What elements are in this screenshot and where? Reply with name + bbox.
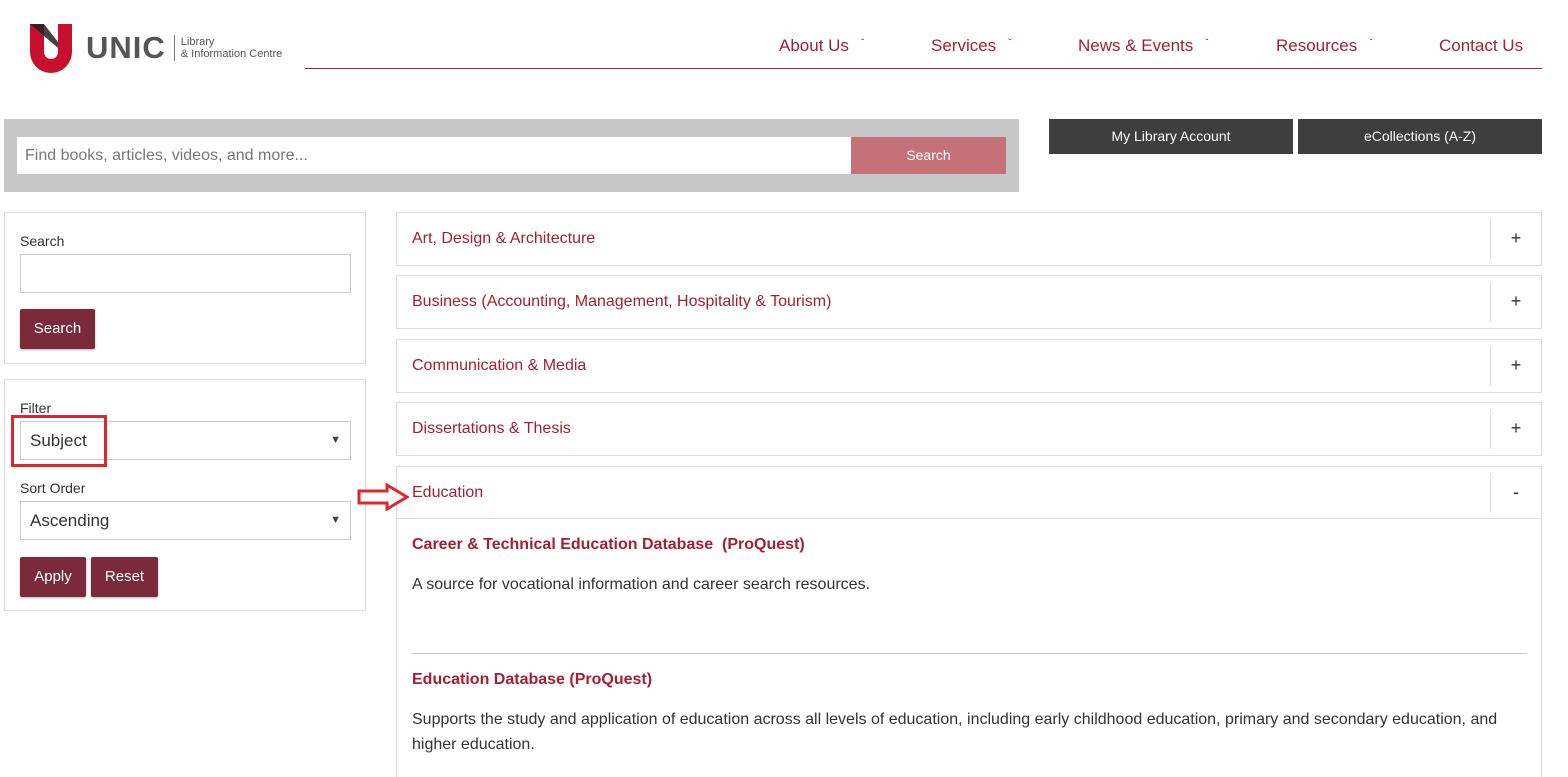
database-description: A source for vocational information and … [412, 576, 871, 593]
entry-divider [412, 653, 1527, 654]
brand-subtitle: Library & Information Centre [181, 36, 283, 60]
accordion-title: Art, Design & Architecture [412, 230, 596, 247]
sort-order-label: Sort Order [20, 480, 86, 496]
dropdown-caret-icon: ▼ [330, 514, 341, 526]
reset-button[interactable]: Reset [91, 557, 158, 597]
accordion-section-communication[interactable]: Communication & Media + [396, 339, 1542, 393]
database-link-education-database[interactable]: Education Database (ProQuest) [412, 671, 652, 689]
expand-icon[interactable]: + [1490, 346, 1541, 386]
annotation-arrow-icon [357, 482, 410, 516]
unic-logo-icon [28, 22, 74, 74]
ecollections-button[interactable]: eCollections (A-Z) [1298, 119, 1542, 154]
catalog-search-bar: Find books, articles, videos, and more..… [4, 119, 1019, 192]
accordion-title: Business (Accounting, Management, Hospit… [412, 293, 832, 310]
sidebar-search-panel: Search Search [4, 212, 366, 364]
logo-separator [173, 35, 175, 61]
brand-subtitle-line1: Library [180, 36, 215, 48]
nav-item-services[interactable]: Services ˇ [931, 36, 1012, 56]
nav-label: About Us [779, 36, 849, 55]
dropdown-caret-icon: ▼ [330, 434, 341, 446]
brand-subtitle-line2: & Information Centre [180, 48, 283, 60]
accordion-section-education[interactable]: Education - [396, 466, 1542, 519]
nav-item-contact-us[interactable]: Contact Us [1439, 36, 1523, 56]
brand-name: UNIC [86, 30, 166, 65]
apply-button[interactable]: Apply [20, 557, 86, 597]
nav-label: Services [931, 36, 997, 55]
catalog-search-input[interactable]: Find books, articles, videos, and more..… [17, 137, 851, 174]
accordion-section-business[interactable]: Business (Accounting, Management, Hospit… [396, 275, 1542, 329]
nav-item-resources[interactable]: Resources ˇ [1276, 36, 1373, 56]
chevron-down-icon: ˇ [1369, 37, 1373, 49]
sort-select-value: Ascending [30, 511, 110, 530]
chevron-down-icon: ˇ [860, 37, 865, 49]
nav-item-news-events[interactable]: News & Events ˇ [1078, 36, 1209, 56]
database-link-career-technical[interactable]: Career & Technical Education Database (P… [412, 536, 805, 554]
main-nav: About Us ˇ Services ˇ News & Events ˇ Re… [305, 0, 1542, 69]
expand-icon[interactable]: + [1490, 409, 1541, 449]
site-logo[interactable]: UNIC Library & Information Centre [28, 22, 282, 74]
database-description: Supports the study and application of ed… [412, 711, 1498, 753]
nav-item-about-us[interactable]: About Us ˇ [779, 36, 864, 56]
sidebar-search-input[interactable] [20, 254, 351, 293]
nav-label: Contact Us [1439, 36, 1524, 55]
chevron-down-icon: ˇ [1205, 37, 1209, 49]
my-library-account-button[interactable]: My Library Account [1049, 119, 1293, 154]
nav-label: News & Events [1078, 36, 1194, 55]
nav-label: Resources [1276, 36, 1358, 55]
accordion-body-education: Career & Technical Education Database (P… [396, 518, 1542, 777]
expand-icon[interactable]: + [1490, 219, 1541, 259]
sidebar-search-button[interactable]: Search [20, 309, 95, 349]
expand-icon[interactable]: + [1490, 282, 1541, 322]
annotation-highlight-box [11, 415, 107, 467]
sidebar-filter-panel: Filter Subject ▼ Sort Order Ascending ▼ … [4, 379, 366, 611]
catalog-search-button[interactable]: Search [851, 137, 1006, 174]
accordion-title: Dissertations & Thesis [412, 420, 571, 437]
chevron-down-icon: ˇ [1008, 37, 1012, 49]
sort-order-select[interactable]: Ascending ▼ [20, 501, 351, 540]
accordion-section-dissertations[interactable]: Dissertations & Thesis + [396, 402, 1542, 456]
collapse-icon[interactable]: - [1490, 473, 1541, 513]
accordion-section-art-design[interactable]: Art, Design & Architecture + [396, 212, 1542, 266]
sidebar-search-label: Search [20, 233, 65, 249]
accordion-title: Education [412, 484, 484, 501]
accordion-title: Communication & Media [412, 357, 587, 374]
filter-label: Filter [20, 400, 52, 416]
